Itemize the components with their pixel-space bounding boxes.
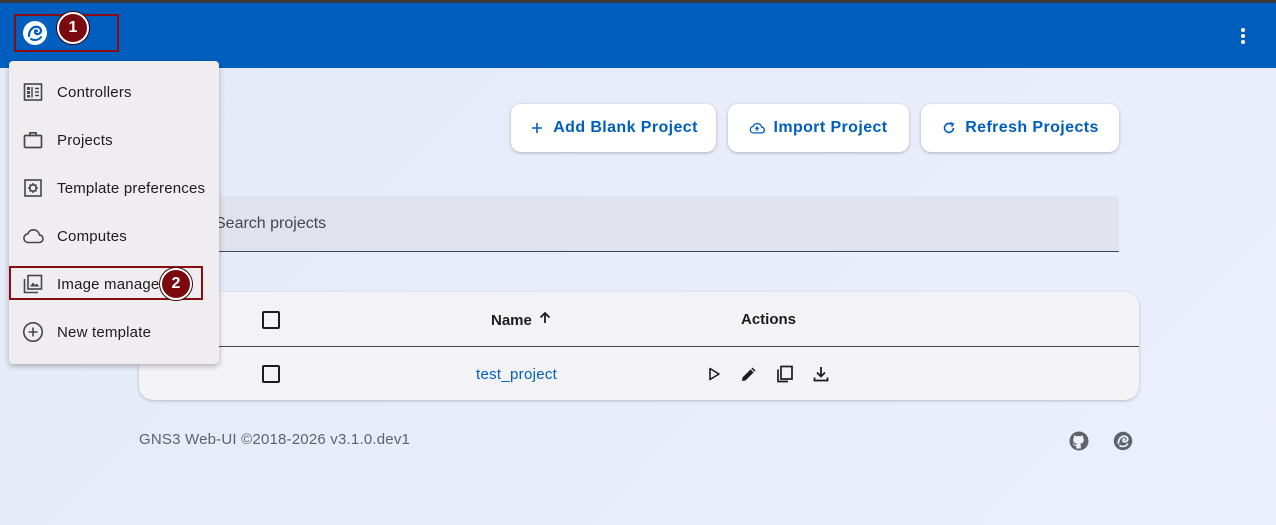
search-field[interactable]: Search projects [139, 196, 1119, 252]
footer-version: GNS3 Web-UI ©2018-2026 v3.1.0.dev1 [139, 431, 411, 448]
menu-item-controllers[interactable]: Controllers [9, 68, 219, 116]
github-icon[interactable] [1068, 430, 1090, 452]
refresh-icon [941, 121, 957, 135]
menu-item-template-preferences[interactable]: Template preferences [9, 164, 219, 212]
import-project-label: Import Project [773, 119, 888, 136]
column-header-name[interactable]: Name [491, 311, 552, 329]
menu-item-computes[interactable]: Computes [9, 212, 219, 260]
refresh-projects-label: Refresh Projects [965, 119, 1099, 136]
annotation-badge-2: 2 [160, 268, 192, 300]
projects-table: Name Actions test_project [139, 292, 1139, 400]
menu-item-new-template[interactable]: New template [9, 308, 219, 356]
plus-icon [529, 122, 545, 134]
settings-box-icon [21, 176, 45, 200]
duplicate-icon[interactable] [774, 363, 796, 385]
add-blank-project-button[interactable]: Add Blank Project [511, 104, 716, 152]
search-input[interactable]: Search projects [215, 215, 326, 233]
column-header-actions: Actions [741, 311, 797, 328]
refresh-projects-button[interactable]: Refresh Projects [921, 104, 1119, 152]
row-checkbox[interactable] [262, 365, 280, 383]
more-vert-icon[interactable] [1234, 25, 1252, 47]
cloud-icon [21, 224, 45, 248]
import-project-button[interactable]: Import Project [728, 104, 909, 152]
briefcase-icon [21, 128, 45, 152]
play-icon[interactable] [703, 363, 725, 385]
table-header-row: Name Actions [139, 292, 1139, 347]
select-all-checkbox[interactable] [262, 311, 280, 329]
edit-icon[interactable] [738, 363, 760, 385]
menu-item-projects[interactable]: Projects [9, 116, 219, 164]
download-icon[interactable] [810, 363, 832, 385]
main-menu: Controllers Projects Template preference… [9, 61, 219, 364]
add-circle-icon [21, 320, 45, 344]
annotation-badge-1: 1 [57, 12, 89, 44]
arrow-up-icon [538, 311, 552, 329]
gns3-icon[interactable] [1112, 430, 1134, 452]
add-blank-project-label: Add Blank Project [553, 119, 698, 136]
top-app-bar [0, 3, 1276, 68]
cloud-upload-icon [749, 121, 766, 135]
project-name-link[interactable]: test_project [476, 366, 557, 383]
controllers-icon [21, 80, 45, 104]
